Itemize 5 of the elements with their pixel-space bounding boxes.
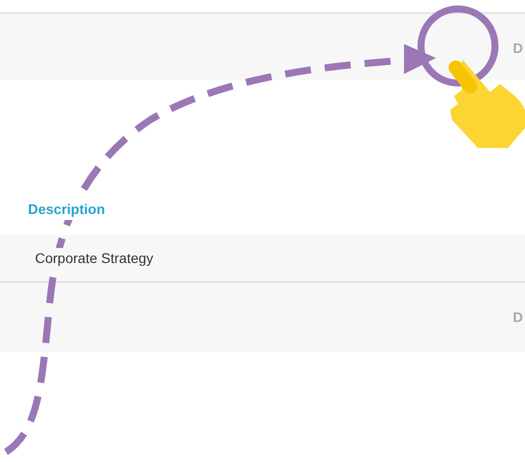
- column-label: D: [512, 39, 523, 58]
- section-heading: Description: [28, 199, 106, 220]
- table-cell: Corporate Strategy: [35, 248, 154, 268]
- hand-icon: [446, 58, 525, 148]
- column-label: D: [512, 308, 523, 327]
